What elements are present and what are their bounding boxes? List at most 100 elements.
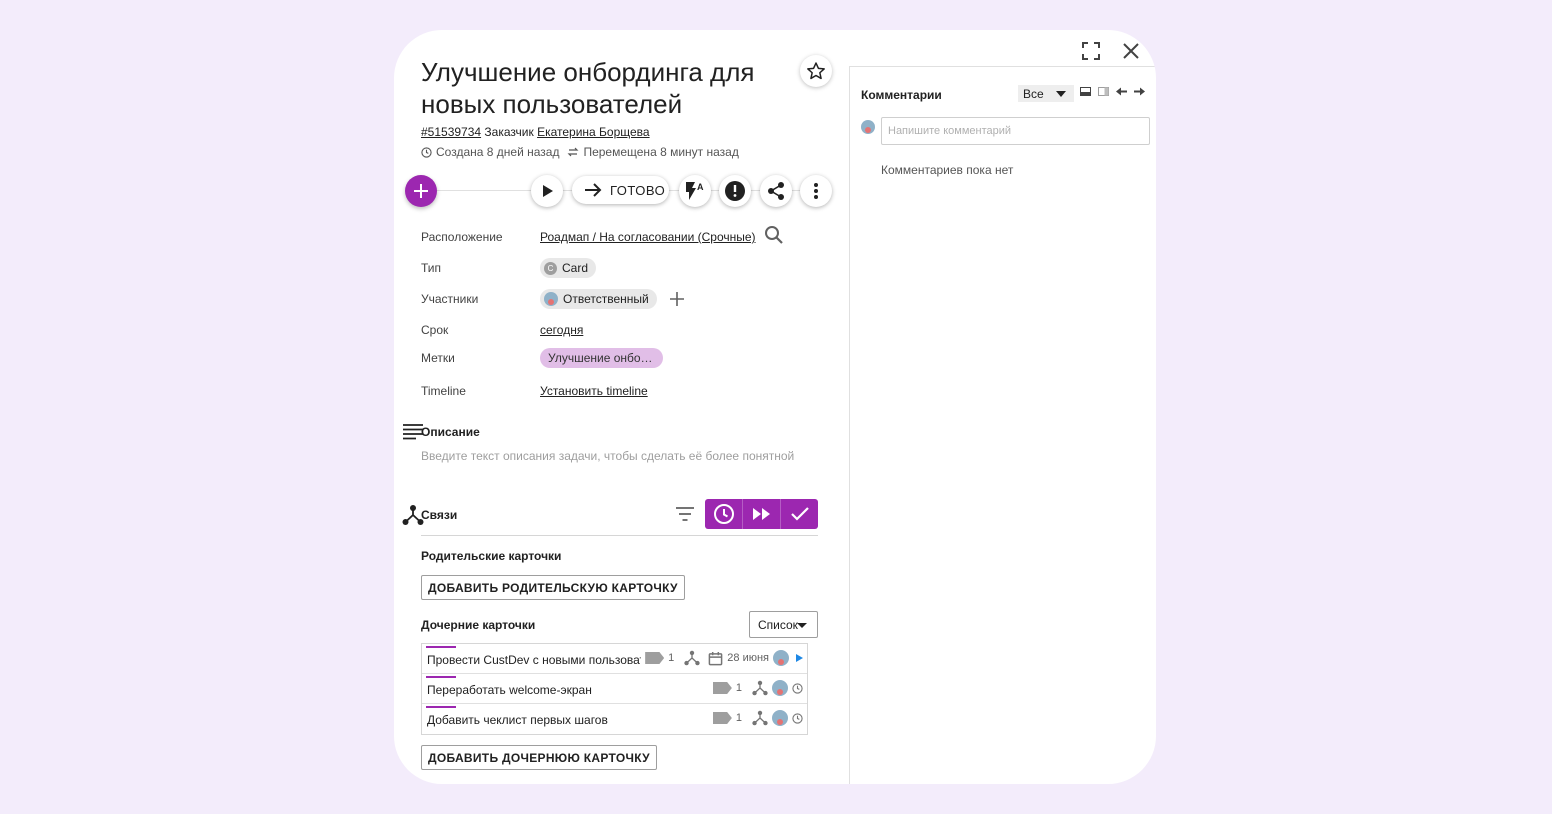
avatar bbox=[773, 650, 789, 666]
clock-icon bbox=[792, 682, 803, 694]
child-meta: 1 bbox=[708, 680, 803, 696]
flash-auto-icon: A bbox=[686, 182, 704, 200]
type-value: C Card bbox=[540, 258, 597, 278]
child-name[interactable]: Провести CustDev с новыми пользователями bbox=[427, 653, 642, 667]
close-icon[interactable] bbox=[1120, 40, 1142, 62]
arrow-left-icon[interactable] bbox=[1116, 87, 1127, 96]
fullscreen-icon[interactable] bbox=[1080, 40, 1102, 62]
child-tag-count: 1 bbox=[735, 712, 742, 724]
dock-bottom-icon[interactable] bbox=[1080, 87, 1091, 96]
child-meta: 1 28 июня bbox=[641, 650, 803, 666]
star-icon bbox=[807, 62, 825, 80]
fast-forward-icon bbox=[752, 508, 770, 520]
parents-title: Родительские карточки bbox=[421, 549, 562, 563]
deadline-link[interactable]: сегодня bbox=[540, 323, 583, 337]
members-value: Ответственный bbox=[540, 289, 685, 309]
comments-filter-value: Все bbox=[1023, 86, 1044, 101]
avatar bbox=[861, 120, 875, 134]
dropdown-arrow-icon bbox=[1056, 91, 1066, 97]
arrow-right-icon[interactable] bbox=[1134, 87, 1145, 96]
tag-chip[interactable]: Улучшение онбо… bbox=[540, 348, 663, 368]
more-button[interactable] bbox=[800, 175, 832, 207]
location-value: Роадмап / На согласовании (Срочные) bbox=[540, 226, 784, 245]
dock-right-icon[interactable] bbox=[1098, 87, 1109, 96]
avatar bbox=[544, 292, 558, 306]
svg-text:A: A bbox=[697, 182, 704, 192]
comment-input[interactable]: Напишите комментарий bbox=[881, 117, 1150, 145]
no-comments-text: Комментариев пока нет bbox=[881, 163, 1014, 177]
more-vert-icon bbox=[814, 183, 818, 199]
alert-icon bbox=[725, 181, 745, 201]
type-letter-icon: C bbox=[544, 261, 557, 275]
child-name[interactable]: Добавить чеклист первых шагов bbox=[427, 713, 642, 727]
children-list: Провести CustDev с новыми пользователями… bbox=[421, 643, 808, 735]
links-divider bbox=[421, 535, 818, 536]
move-done-button[interactable]: ГОТОВО bbox=[572, 176, 669, 204]
timeline-link[interactable]: Установить timeline bbox=[540, 384, 648, 398]
links-title: Связи bbox=[421, 508, 458, 522]
location-label: Расположение bbox=[421, 230, 503, 244]
automation-button[interactable]: A bbox=[679, 175, 711, 207]
start-button[interactable] bbox=[531, 175, 563, 207]
status-done-button[interactable] bbox=[781, 499, 818, 529]
share-icon bbox=[768, 182, 784, 200]
status-pending-button[interactable] bbox=[705, 499, 743, 529]
add-child-button[interactable]: ДОБАВИТЬ ДОЧЕРНЮЮ КАРТОЧКУ bbox=[421, 745, 657, 770]
timeline-value: Установить timeline bbox=[540, 384, 648, 398]
card-color-bar bbox=[426, 676, 456, 678]
comments-filter-select[interactable]: Все bbox=[1018, 85, 1074, 102]
members-label: Участники bbox=[421, 292, 479, 306]
links-icon bbox=[684, 650, 700, 666]
description-placeholder[interactable]: Введите текст описания задачи, чтобы сде… bbox=[421, 449, 794, 463]
children-view-value: Список bbox=[758, 617, 798, 632]
member-chip[interactable]: Ответственный bbox=[540, 289, 657, 309]
label-icon bbox=[712, 682, 732, 694]
links-icon bbox=[752, 710, 768, 726]
links-icon bbox=[752, 680, 768, 696]
tags-value: Улучшение онбо… bbox=[540, 348, 663, 368]
type-chip-label: Card bbox=[562, 261, 589, 275]
status-in-progress-button[interactable] bbox=[743, 499, 781, 529]
created-text: Создана 8 дней назад bbox=[436, 145, 560, 159]
add-button[interactable] bbox=[405, 175, 437, 207]
share-button[interactable] bbox=[760, 175, 792, 207]
favorite-button[interactable] bbox=[800, 55, 832, 87]
deadline-value: сегодня bbox=[540, 323, 583, 337]
location-link[interactable]: Роадмап / На согласовании (Срочные) bbox=[540, 230, 756, 244]
add-member-icon[interactable] bbox=[669, 291, 685, 307]
search-icon[interactable] bbox=[764, 225, 784, 245]
clock-icon bbox=[792, 712, 803, 724]
avatar bbox=[772, 710, 788, 726]
customer-label: Заказчик bbox=[484, 125, 534, 139]
list-item[interactable]: Переработать welcome-экран 1 bbox=[422, 674, 807, 704]
blocker-button[interactable] bbox=[719, 175, 751, 207]
play-small-icon[interactable] bbox=[795, 654, 803, 662]
comments-layout-controls bbox=[1080, 87, 1145, 96]
deadline-label: Срок bbox=[421, 323, 449, 337]
add-parent-button[interactable]: ДОБАВИТЬ РОДИТЕЛЬСКУЮ КАРТОЧКУ bbox=[421, 575, 685, 600]
timeline-label: Timeline bbox=[421, 384, 466, 398]
clock-icon bbox=[713, 504, 734, 524]
filter-icon[interactable] bbox=[675, 506, 695, 522]
member-chip-label: Ответственный bbox=[563, 292, 649, 306]
list-item[interactable]: Добавить чеклист первых шагов 1 bbox=[422, 704, 807, 734]
child-name[interactable]: Переработать welcome-экран bbox=[427, 683, 642, 697]
list-item[interactable]: Провести CustDev с новыми пользователями… bbox=[422, 644, 807, 674]
child-date: 28 июня bbox=[727, 652, 769, 664]
type-chip[interactable]: C Card bbox=[540, 258, 597, 278]
card-id-link[interactable]: #51539734 bbox=[421, 125, 481, 139]
customer-link[interactable]: Екатерина Борщева bbox=[537, 125, 650, 139]
link-status-filter bbox=[705, 499, 818, 529]
card-meta: #51539734 Заказчик Екатерина Борщева bbox=[421, 125, 650, 139]
type-label: Тип bbox=[421, 261, 442, 275]
avatar bbox=[772, 680, 788, 696]
tags-label: Метки bbox=[421, 351, 455, 365]
arrow-right-icon bbox=[585, 183, 602, 197]
child-tag-count: 1 bbox=[668, 652, 675, 664]
children-view-select[interactable]: Список bbox=[749, 611, 818, 638]
card-title[interactable]: Улучшение онбординга для новых пользоват… bbox=[421, 56, 801, 120]
panel-top-divider bbox=[849, 66, 1156, 67]
child-meta: 1 bbox=[708, 710, 803, 726]
dropdown-arrow-icon bbox=[797, 623, 807, 628]
card-dates: Создана 8 дней назад Перемещена 8 минут … bbox=[421, 145, 739, 159]
